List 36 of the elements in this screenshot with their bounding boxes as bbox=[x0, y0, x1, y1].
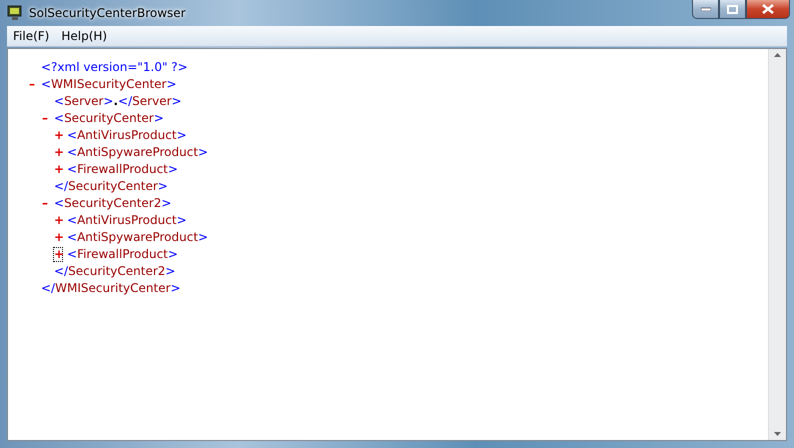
xml-tag: <FirewallProduct> bbox=[67, 161, 178, 178]
close-icon bbox=[762, 4, 774, 14]
window-title: SolSecurityCenterBrowser bbox=[29, 6, 187, 20]
minimize-icon bbox=[700, 7, 710, 11]
expand-toggle[interactable]: + bbox=[53, 230, 63, 245]
scroll-up-icon[interactable] bbox=[774, 53, 781, 57]
menu-item[interactable]: File(F) bbox=[7, 29, 56, 43]
xml-closing-tag: </SecurityCenter> bbox=[54, 178, 168, 195]
xml-closing-tag: </SecurityCenter2> bbox=[54, 263, 176, 280]
expand-toggle[interactable]: – bbox=[40, 196, 50, 211]
maximize-icon bbox=[727, 4, 738, 14]
expand-toggle[interactable]: + bbox=[53, 162, 63, 177]
minimize-button[interactable] bbox=[692, 0, 719, 19]
xml-declaration: <?xml version="1.0" ?> bbox=[41, 59, 188, 76]
xml-tag: <WMISecurityCenter> bbox=[41, 76, 177, 93]
scroll-down-icon[interactable] bbox=[774, 432, 781, 436]
xml-tag: <AntiSpywareProduct> bbox=[67, 229, 208, 246]
xml-tag: <SecurityCenter2> bbox=[54, 195, 172, 212]
xml-tag: <SecurityCenter> bbox=[54, 110, 164, 127]
xml-tag: <AntiVirusProduct> bbox=[67, 127, 187, 144]
xml-tag: <AntiSpywareProduct> bbox=[67, 144, 208, 161]
expand-toggle[interactable]: + bbox=[53, 128, 63, 143]
expand-toggle[interactable]: + bbox=[53, 213, 63, 228]
menu-item[interactable]: Help(H) bbox=[55, 29, 114, 43]
expand-toggle[interactable]: + bbox=[53, 247, 63, 262]
xml-tag: <AntiVirusProduct> bbox=[67, 212, 187, 229]
monitor-icon bbox=[7, 5, 23, 21]
xml-element-line: <Server>.</Server> bbox=[54, 93, 182, 110]
xml-tag: <FirewallProduct> bbox=[67, 246, 178, 263]
scrollbar[interactable] bbox=[768, 49, 786, 440]
expand-toggle[interactable]: – bbox=[27, 77, 37, 92]
expand-toggle[interactable]: – bbox=[40, 111, 50, 126]
xml-closing-tag: </WMISecurityCenter> bbox=[41, 280, 181, 297]
expand-toggle[interactable]: + bbox=[53, 145, 63, 160]
maximize-button[interactable] bbox=[719, 0, 746, 19]
close-button[interactable] bbox=[746, 0, 790, 19]
